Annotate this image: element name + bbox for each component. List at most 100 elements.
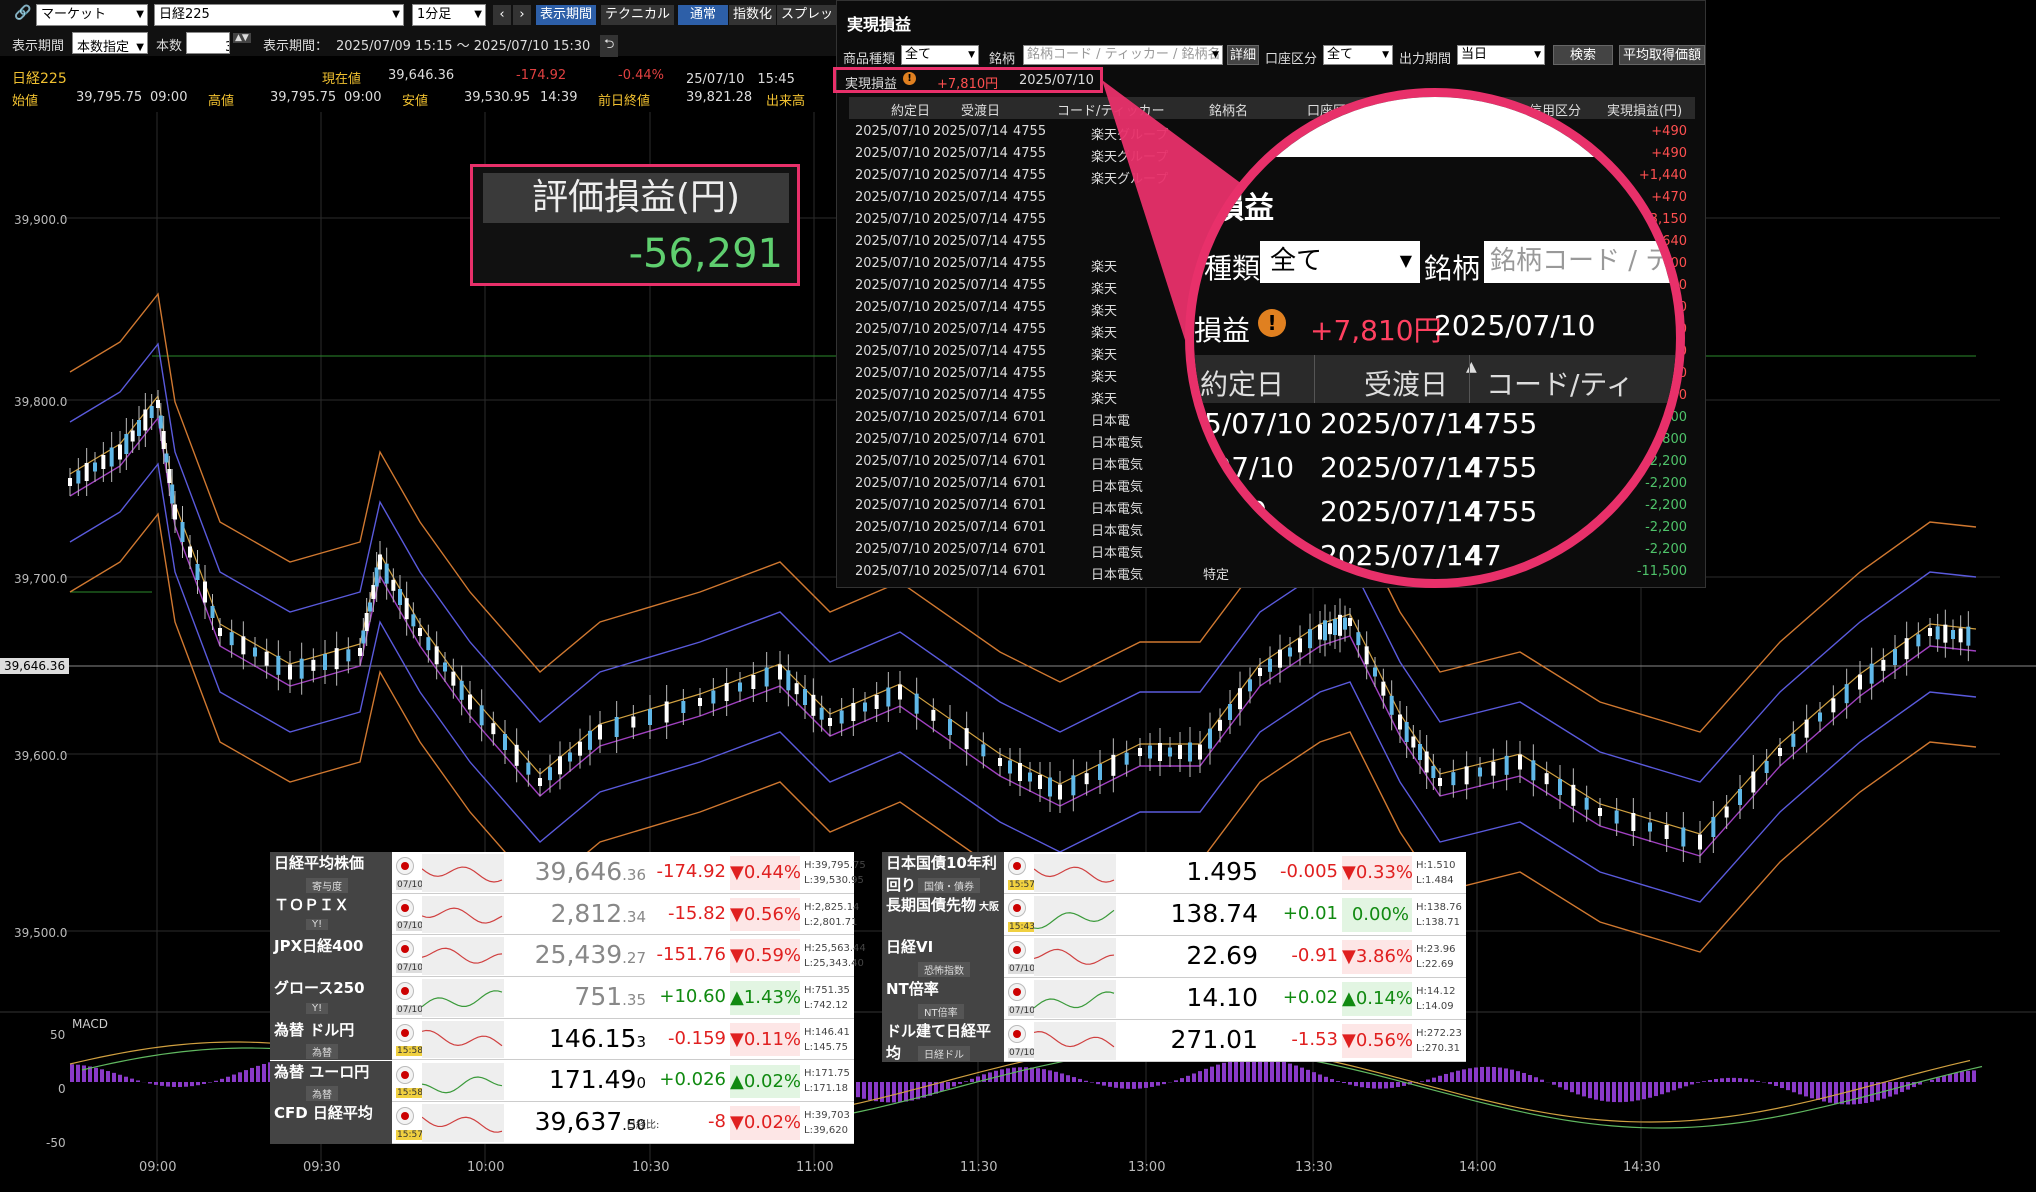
candle-body bbox=[443, 662, 447, 672]
macd-bar bbox=[1642, 1082, 1646, 1100]
macd-bar bbox=[1660, 1082, 1664, 1095]
widget-high: H:39,703 bbox=[804, 1110, 850, 1122]
candle-body bbox=[1248, 679, 1252, 692]
candle-body bbox=[764, 667, 769, 687]
candle-body bbox=[1916, 634, 1921, 647]
magnifier-cell: /07/10 bbox=[1204, 451, 1295, 484]
magnifier-symbol-input: 銘柄コード / ティ bbox=[1484, 241, 1676, 283]
widget-extra-label: 日経比: bbox=[626, 1120, 660, 1132]
candle-body bbox=[631, 716, 636, 728]
widget-low: L:2,801.71 bbox=[804, 916, 858, 928]
widget-sub-button[interactable]: Y! bbox=[306, 919, 329, 931]
candle-body bbox=[751, 675, 756, 689]
candle-body bbox=[1464, 766, 1469, 785]
candle-body bbox=[411, 614, 416, 627]
market-widget-row[interactable]: グロース250 Y! 07/10 751.35 +10.60 ▲1.43% H:751.35… bbox=[270, 977, 854, 1019]
magnifier-table-header: 約定日 受渡日 ▲ コード/ティ bbox=[1194, 355, 1676, 403]
candle-body bbox=[819, 707, 824, 720]
candle-body bbox=[914, 693, 919, 714]
candle-body bbox=[1943, 624, 1948, 643]
macd-bar bbox=[1930, 1079, 1934, 1082]
market-widget-row[interactable]: 日本国債10年利回り 国債・債券 15:57 1.495 -0.005 ▼0.33% H:1… bbox=[882, 852, 1466, 894]
macd-bar bbox=[1114, 1082, 1118, 1088]
candle-body bbox=[1951, 630, 1955, 639]
sparkline bbox=[421, 979, 504, 1017]
macd-bar bbox=[1690, 1082, 1694, 1085]
macd-bar bbox=[1630, 1082, 1634, 1102]
widget-date: 07/10 bbox=[1008, 1006, 1036, 1016]
widget-name: ＴＯＰＩＸ bbox=[274, 895, 350, 914]
macd-bar bbox=[1138, 1082, 1142, 1089]
macd-bar bbox=[952, 1082, 956, 1087]
widget-change: +0.01 bbox=[1282, 903, 1338, 924]
widget-date: 15:43 bbox=[1008, 922, 1036, 932]
macd-bar bbox=[1276, 1060, 1280, 1082]
macd-bar bbox=[1636, 1082, 1640, 1101]
flag-icon bbox=[396, 940, 414, 959]
widget-pct: ▲0.14% bbox=[1342, 982, 1413, 1016]
sparkline bbox=[1033, 1022, 1116, 1060]
candle-body bbox=[724, 683, 729, 701]
macd-bar bbox=[1192, 1073, 1196, 1082]
candle-body bbox=[1431, 766, 1436, 778]
market-widget-row[interactable]: 長期国債先物 大阪 15:43 138.74 +0.01 0.00% H:138.76 L:1… bbox=[882, 894, 1466, 936]
widget-sub-button[interactable]: 為替 bbox=[306, 1044, 338, 1060]
candle-body bbox=[964, 728, 969, 750]
candle-body bbox=[1111, 754, 1116, 776]
candle-body bbox=[1198, 744, 1202, 760]
macd-bar bbox=[1372, 1082, 1376, 1089]
macd-bar bbox=[1204, 1068, 1208, 1082]
candle-body bbox=[886, 687, 891, 707]
widget-sub-button[interactable]: Y! bbox=[306, 1002, 329, 1014]
macd-bar bbox=[1240, 1058, 1244, 1082]
market-widget-row[interactable]: NT倍率 NT倍率 07/10 14.10 +0.02 ▲0.14% H:14.12 L:14… bbox=[882, 978, 1466, 1020]
widget-price: 39,637 bbox=[534, 1107, 623, 1137]
candle-body bbox=[218, 628, 222, 636]
widget-name-sub: 大阪 bbox=[979, 902, 1000, 913]
widget-sub-button[interactable]: 日経ドル bbox=[918, 1046, 970, 1061]
market-widget-row[interactable]: ドル建て日経平均 日経ドル 07/10 271.01 -1.53 ▼0.56% H:272.… bbox=[882, 1020, 1466, 1062]
sparkline-line bbox=[1033, 866, 1115, 883]
widget-sub-button[interactable]: 恐怖指数 bbox=[918, 962, 970, 977]
widget-sub-button[interactable]: 寄与度 bbox=[306, 877, 348, 893]
market-widget-row[interactable]: 為替 ユーロ円 為替 15:58 171.490 +0.026 ▲0.02% H:171.7… bbox=[270, 1060, 854, 1103]
macd-bar bbox=[868, 1082, 872, 1101]
widget-sub-button[interactable]: 国債・債券 bbox=[918, 878, 980, 893]
market-widget-row[interactable]: CFD 日経平均 15:57 39,637.50 -8 日経比: ▼0.02% H:39,7… bbox=[270, 1102, 854, 1144]
candle-body bbox=[1711, 817, 1716, 837]
magnifier-h3: コード/ティ bbox=[1486, 368, 1634, 401]
candle-body bbox=[558, 756, 562, 775]
macd-bar bbox=[1798, 1082, 1802, 1095]
macd-bar bbox=[1774, 1082, 1778, 1086]
widget-price: 14.10 bbox=[1186, 983, 1258, 1012]
macd-bar bbox=[892, 1082, 896, 1103]
widget-high: H:25,563.44 bbox=[804, 943, 866, 955]
market-widget-row[interactable]: JPX日経400 07/10 25,439.27 -151.76 ▼0.59% H:25,… bbox=[270, 935, 866, 978]
candle-body bbox=[1818, 712, 1822, 722]
widget-sub-button[interactable]: 為替 bbox=[306, 1086, 338, 1102]
macd-bar bbox=[1492, 1067, 1496, 1082]
candle-body bbox=[361, 630, 366, 644]
widget-pct: ▼0.02% bbox=[730, 1106, 801, 1140]
magnifier-header-bg bbox=[1194, 97, 1676, 157]
candle-body bbox=[1124, 752, 1129, 765]
candle-body bbox=[1698, 834, 1702, 850]
macd-y-50: 50 bbox=[50, 1028, 66, 1042]
macd-bar bbox=[910, 1082, 914, 1101]
flag-icon bbox=[1008, 1025, 1026, 1043]
market-widget-row[interactable]: 日経VI 恐怖指数 07/10 22.69 -0.91 ▼3.86% H:23.96 L:22… bbox=[882, 936, 1466, 978]
candle-body bbox=[874, 695, 879, 709]
candle-body bbox=[1208, 728, 1212, 749]
macd-bar bbox=[136, 1080, 140, 1082]
candle-body bbox=[1478, 767, 1482, 777]
macd-bar bbox=[1678, 1082, 1682, 1089]
market-widget-row[interactable]: ＴＯＰＩＸ Y! 07/10 2,812.34 -15.82 ▼0.56% H:2,825.… bbox=[270, 893, 859, 936]
market-widget-row[interactable]: 日経平均株価 寄与度 07/10 39,646.36 -174.92 ▼0.44% H:39… bbox=[270, 852, 866, 894]
macd-bar bbox=[1816, 1082, 1820, 1101]
widget-sub-button[interactable]: NT倍率 bbox=[918, 1004, 964, 1019]
widget-pct: ▼0.56% bbox=[730, 897, 801, 932]
macd-bar bbox=[1324, 1076, 1328, 1082]
macd-bar bbox=[1348, 1082, 1352, 1085]
candle-body bbox=[1614, 810, 1619, 824]
market-widget-row[interactable]: 為替 ドル円 為替 15:58 146.153 -0.159 ▼0.11% H:146.41… bbox=[270, 1018, 854, 1061]
